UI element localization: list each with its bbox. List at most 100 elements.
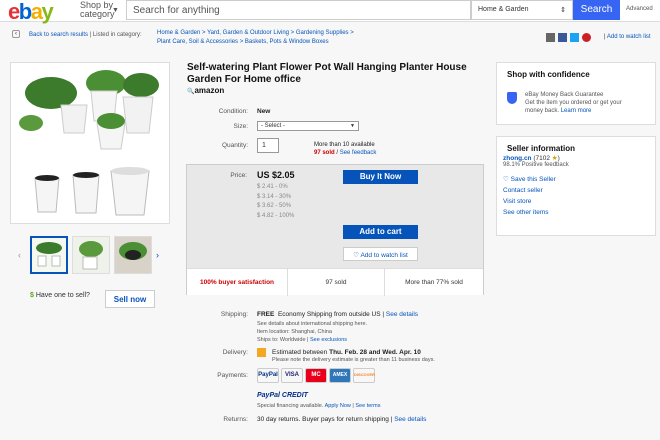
facebook-icon[interactable] bbox=[558, 33, 567, 42]
thumbnail-1-image bbox=[36, 242, 62, 267]
other-items-line: See other items bbox=[497, 209, 655, 216]
email-icon[interactable] bbox=[546, 33, 555, 42]
mbg-text: eBay Money Back Guarantee Get the item y… bbox=[525, 91, 622, 115]
advanced-search-link[interactable]: Advanced bbox=[626, 6, 653, 12]
confidence-title: Shop with confidence bbox=[507, 70, 590, 79]
contact-seller-line: Contact seller bbox=[497, 187, 655, 194]
category-label: category bbox=[80, 9, 115, 19]
logo-a: a bbox=[30, 0, 43, 24]
amazon-logo: amazon bbox=[194, 86, 225, 95]
chevron-left-icon[interactable]: ‹ bbox=[18, 250, 21, 260]
shop-with-confidence: Shop with confidence eBay Money Back Gua… bbox=[496, 62, 656, 125]
breadcrumb-line-1[interactable]: Home & Garden > Yard, Garden & Outdoor L… bbox=[157, 30, 354, 36]
add-to-cart-button[interactable]: Add to cart bbox=[343, 225, 418, 239]
search-input[interactable]: Search for anything bbox=[126, 0, 471, 20]
shipping-notes: See details about international shipping… bbox=[257, 320, 367, 344]
main-product-image[interactable] bbox=[10, 62, 170, 224]
sell-now-button[interactable]: Sell now bbox=[105, 290, 155, 308]
shop-by-category[interactable]: Shop by category ▼ bbox=[80, 1, 119, 19]
amex-icon: AMEX bbox=[329, 368, 351, 383]
breadcrumb-line-2[interactable]: Plant Care, Soil & Accessories > Baskets… bbox=[157, 39, 329, 45]
visit-store-line: Visit store bbox=[497, 198, 655, 205]
tier-3: $ 3.62 - 50% bbox=[257, 203, 292, 209]
brand-badge: 🔍amazon bbox=[187, 86, 224, 95]
item-location: Item location: Shanghai, China bbox=[257, 329, 332, 335]
availability: More than 10 available 97 sold / See fee… bbox=[314, 142, 377, 156]
visa-icon: VISA bbox=[281, 368, 303, 383]
size-select[interactable]: - Select - ▼ bbox=[257, 121, 359, 131]
buy-it-now-button[interactable]: Buy It Now bbox=[343, 170, 418, 184]
seller-score: (7102 bbox=[533, 155, 550, 162]
quantity-input[interactable]: 1 bbox=[257, 138, 279, 153]
returns-label: Returns: bbox=[223, 416, 248, 423]
shipping-label: Shipping: bbox=[220, 311, 248, 318]
sold-stat: 97 sold bbox=[287, 269, 385, 296]
shipping-text: Economy Shipping from outside US | bbox=[277, 311, 385, 318]
add-to-watch-label: Add to watch list bbox=[360, 252, 408, 259]
chevron-right-icon[interactable]: › bbox=[156, 250, 159, 260]
size-label: Size: bbox=[233, 123, 248, 130]
share-icons bbox=[546, 33, 594, 42]
back-to-results-link[interactable]: Back to search results bbox=[29, 32, 88, 38]
see-other-items-link[interactable]: See other items bbox=[503, 209, 549, 216]
tier-2: $ 3.14 - 30% bbox=[257, 193, 292, 200]
price-value: US $2.05 bbox=[257, 170, 295, 180]
learn-more-link[interactable]: Learn more bbox=[561, 108, 592, 114]
header-bar: ebay Shop by category ▼ Search for anyth… bbox=[0, 0, 660, 25]
see-feedback-link[interactable]: See feedback bbox=[340, 150, 377, 156]
mbg-line1: Get the item you ordered or get your bbox=[525, 100, 622, 106]
more-sold-stat: More than 77% sold bbox=[405, 279, 463, 286]
category-select[interactable]: Home & Garden ⇕ bbox=[471, 0, 573, 20]
breadcrumb: Home & Garden > Yard, Garden & Outdoor L… bbox=[157, 29, 354, 47]
add-to-watch-list-link[interactable]: Add to watch list bbox=[607, 34, 651, 40]
seller-name-link[interactable]: zhong.cn bbox=[503, 155, 532, 162]
ebay-logo[interactable]: ebay bbox=[8, 0, 54, 25]
visit-store-link[interactable]: Visit store bbox=[503, 198, 531, 205]
chevron-down-icon: ▼ bbox=[350, 123, 355, 129]
seller-name-line: zhong.cn (7102 ★) bbox=[503, 155, 560, 162]
logo-e: e bbox=[8, 0, 20, 24]
seller-title: Seller information bbox=[507, 144, 576, 153]
see-exclusions-link[interactable]: See exclusions bbox=[310, 337, 347, 343]
positive-feedback: 98.1% Positive feedback bbox=[503, 162, 569, 168]
thumbnail-3[interactable] bbox=[114, 236, 152, 274]
calendar-icon bbox=[257, 348, 266, 357]
logo-b: b bbox=[18, 0, 32, 24]
listed-in-label: | Listed in category: bbox=[89, 32, 142, 38]
delivery-dates: Thu. Feb. 28 and Wed. Apr. 10 bbox=[329, 349, 421, 356]
contact-seller-link[interactable]: Contact seller bbox=[503, 187, 543, 194]
intl-note: See details about international shipping… bbox=[257, 321, 368, 327]
thumbnail-2-image bbox=[79, 241, 103, 270]
chevron-down-icon: ⇕ bbox=[560, 7, 566, 14]
buy-box: Price: US $2.05 $ 2.41 - 0% $ 3.14 - 30%… bbox=[186, 164, 484, 296]
returns-see-details[interactable]: See details bbox=[394, 416, 426, 423]
thumbnail-2[interactable] bbox=[72, 236, 110, 274]
paypal-credit-logo: PayPal CREDIT bbox=[257, 392, 308, 399]
pinterest-icon[interactable] bbox=[582, 33, 591, 42]
apply-now-link[interactable]: Apply Now bbox=[325, 403, 351, 409]
delivery-label: Delivery: bbox=[222, 349, 248, 356]
mbg-line2: money back. bbox=[525, 108, 560, 114]
search-button[interactable]: Search bbox=[573, 0, 620, 20]
ships-to: Ships to: Worldwide | See exclusions bbox=[257, 337, 348, 343]
thumbnail-1[interactable] bbox=[30, 236, 68, 274]
shipping-free: FREE bbox=[257, 311, 275, 318]
have-one-label: Have one to sell? bbox=[35, 292, 90, 299]
discover-icon: DISCOVER bbox=[353, 368, 375, 383]
have-one-to-sell: $ Have one to sell? bbox=[30, 292, 90, 299]
tier-4: $ 4.82 - 100% bbox=[257, 212, 295, 219]
mbg-title: eBay Money Back Guarantee bbox=[525, 92, 604, 98]
back-arrow-icon[interactable]: ‹ bbox=[12, 30, 20, 38]
delivery-note: Please note the delivery estimate is gre… bbox=[272, 357, 435, 363]
logo-y: y bbox=[41, 0, 53, 24]
condition-value: New bbox=[257, 108, 271, 115]
price-label: Price: bbox=[230, 172, 247, 179]
save-seller-link[interactable]: Save this Seller bbox=[511, 176, 556, 183]
sold-count[interactable]: 97 sold bbox=[314, 150, 335, 156]
see-terms-link[interactable]: See terms bbox=[355, 403, 380, 409]
add-to-watch-list-button[interactable]: ♡ Add to watch list bbox=[343, 247, 418, 261]
save-seller-line: ♡ Save this Seller bbox=[497, 175, 655, 183]
twitter-icon[interactable] bbox=[570, 33, 579, 42]
shipping-see-details[interactable]: See details bbox=[386, 311, 418, 318]
seller-information: Seller information zhong.cn (7102 ★) 98.… bbox=[496, 136, 656, 236]
